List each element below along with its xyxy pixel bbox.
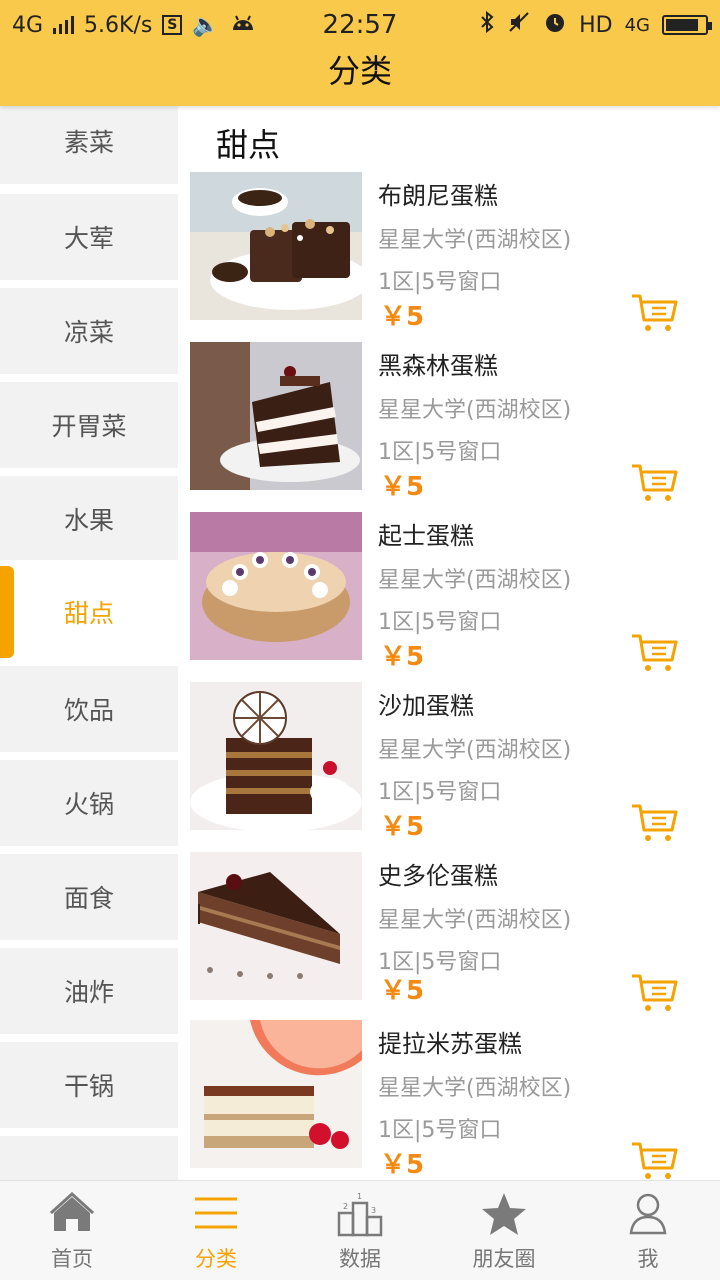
food-image	[190, 682, 362, 830]
hd-label: HD	[579, 12, 613, 38]
sidebar-item-hotpot[interactable]: 火锅	[0, 760, 178, 846]
sidebar-item-label: 干锅	[63, 1072, 114, 1101]
tab-label: 数据	[339, 1247, 381, 1271]
sidebar-item-label: 火锅	[63, 790, 114, 819]
item-window: 1区|5号窗口	[378, 440, 502, 465]
bottom-nav: 首页 分类 2 1 3 数据 朋友圈 我	[0, 1180, 720, 1280]
item-school: 星星大学(西湖校区)	[378, 398, 572, 423]
sidebar-item-braised[interactable]: 卤味	[0, 1136, 178, 1180]
sidebar-item-dessert[interactable]: 甜点	[0, 560, 178, 664]
sidebar-item-label: 素菜	[63, 128, 114, 157]
status-bar: 4G 5.6K/s S 🔈 22:57 HD 4G	[0, 0, 720, 50]
sidebar-item-label: 水果	[63, 506, 114, 535]
page-title: 分类	[327, 52, 392, 90]
tab-label: 朋友圈	[472, 1247, 536, 1271]
sidebar-item-label: 开胃菜	[51, 412, 127, 441]
item-price: ￥5	[380, 1150, 425, 1180]
list-item[interactable]: 布朗尼蛋糕 星星大学(西湖校区) 1区|5号窗口 ￥5	[190, 172, 710, 332]
sidebar-item-dry-pot[interactable]: 干锅	[0, 1042, 178, 1128]
podium-icon: 2 1 3	[337, 1192, 383, 1237]
item-name: 黑森林蛋糕	[378, 352, 498, 380]
sidebar-item-label: 大荤	[63, 224, 114, 253]
food-image	[190, 512, 362, 660]
sidebar-item-label: 凉菜	[63, 318, 114, 347]
item-school: 星星大学(西湖校区)	[378, 738, 572, 763]
item-school: 星星大学(西湖校区)	[378, 568, 572, 593]
food-image	[190, 172, 362, 320]
item-name: 沙加蛋糕	[378, 692, 474, 720]
add-to-cart-icon[interactable]	[630, 972, 680, 1014]
net-right-label: 4G	[624, 14, 650, 36]
list-item[interactable]: 起士蛋糕 星星大学(西湖校区) 1区|5号窗口 ￥5	[190, 512, 710, 672]
sidebar-item-vegetable[interactable]: 素菜	[0, 106, 178, 184]
item-window: 1区|5号窗口	[378, 610, 502, 635]
item-school: 星星大学(西湖校区)	[378, 908, 572, 933]
sidebar-item-fruit[interactable]: 水果	[0, 476, 178, 562]
battery-icon	[662, 15, 712, 35]
svg-text:3: 3	[371, 1206, 376, 1215]
food-image	[190, 1020, 362, 1168]
item-school: 星星大学(西湖校区)	[378, 228, 572, 253]
home-icon	[49, 1191, 95, 1231]
item-price: ￥5	[380, 302, 425, 332]
list-item[interactable]: 黑森林蛋糕 星星大学(西湖校区) 1区|5号窗口 ￥5	[190, 342, 710, 502]
item-name: 起士蛋糕	[378, 522, 474, 550]
tab-home[interactable]: 首页	[0, 1181, 144, 1280]
sidebar-item-label: 饮品	[63, 696, 114, 725]
tab-label: 分类	[195, 1247, 237, 1271]
alarm-icon	[543, 10, 567, 40]
item-school: 星星大学(西湖校区)	[378, 1076, 572, 1101]
sidebar-item-drinks[interactable]: 饮品	[0, 666, 178, 752]
sidebar-item-appetizer[interactable]: 开胃菜	[0, 382, 178, 468]
star-icon	[482, 1193, 526, 1235]
tab-me[interactable]: 我	[576, 1181, 720, 1280]
sidebar-item-meat[interactable]: 大荤	[0, 194, 178, 280]
add-to-cart-icon[interactable]	[630, 632, 680, 674]
add-to-cart-icon[interactable]	[630, 802, 680, 844]
add-to-cart-icon[interactable]	[630, 462, 680, 504]
item-name: 史多伦蛋糕	[378, 862, 498, 890]
sidebar-item-noodles[interactable]: 面食	[0, 854, 178, 940]
menu-icon	[195, 1197, 237, 1229]
person-icon	[629, 1193, 667, 1235]
item-price: ￥5	[380, 472, 425, 502]
item-price: ￥5	[380, 812, 425, 842]
list-item[interactable]: 史多伦蛋糕 星星大学(西湖校区) 1区|5号窗口 ￥5	[190, 852, 710, 1012]
svg-text:2: 2	[343, 1202, 348, 1211]
tab-category[interactable]: 分类	[144, 1181, 288, 1280]
sidebar-item-fried[interactable]: 油炸	[0, 948, 178, 1034]
item-price: ￥5	[380, 976, 425, 1006]
sidebar-item-cold-dish[interactable]: 凉菜	[0, 288, 178, 374]
add-to-cart-icon[interactable]	[630, 1140, 680, 1182]
add-to-cart-icon[interactable]	[630, 292, 680, 334]
item-window: 1区|5号窗口	[378, 780, 502, 805]
item-window: 1区|5号窗口	[378, 1118, 502, 1143]
mute-icon	[507, 10, 531, 40]
sidebar-item-label: 面食	[63, 884, 114, 913]
item-window: 1区|5号窗口	[378, 270, 502, 295]
active-indicator	[0, 566, 14, 658]
item-name: 提拉米苏蛋糕	[378, 1030, 522, 1058]
food-image	[190, 342, 362, 490]
section-title: 甜点	[216, 126, 281, 164]
tab-label: 首页	[51, 1247, 93, 1271]
tab-label: 我	[637, 1247, 659, 1271]
food-image	[190, 852, 362, 1000]
item-price: ￥5	[380, 642, 425, 672]
category-sidebar: 素菜 大荤 凉菜 开胃菜 水果 甜点 饮品 火锅 面食 油炸 干锅 卤味	[0, 106, 180, 1180]
tab-moments[interactable]: 朋友圈	[432, 1181, 576, 1280]
sidebar-item-label: 油炸	[63, 978, 114, 1007]
svg-text:1: 1	[357, 1192, 362, 1201]
tab-data[interactable]: 2 1 3 数据	[288, 1181, 432, 1280]
app-header: 4G 5.6K/s S 🔈 22:57 HD 4G 分类	[0, 0, 720, 106]
list-item[interactable]: 沙加蛋糕 星星大学(西湖校区) 1区|5号窗口 ￥5	[190, 682, 710, 842]
item-name: 布朗尼蛋糕	[378, 182, 498, 210]
bluetooth-icon	[479, 10, 495, 40]
sidebar-item-label: 甜点	[63, 599, 114, 628]
list-item[interactable]: 提拉米苏蛋糕 星星大学(西湖校区) 1区|5号窗口 ￥5	[190, 1020, 710, 1180]
